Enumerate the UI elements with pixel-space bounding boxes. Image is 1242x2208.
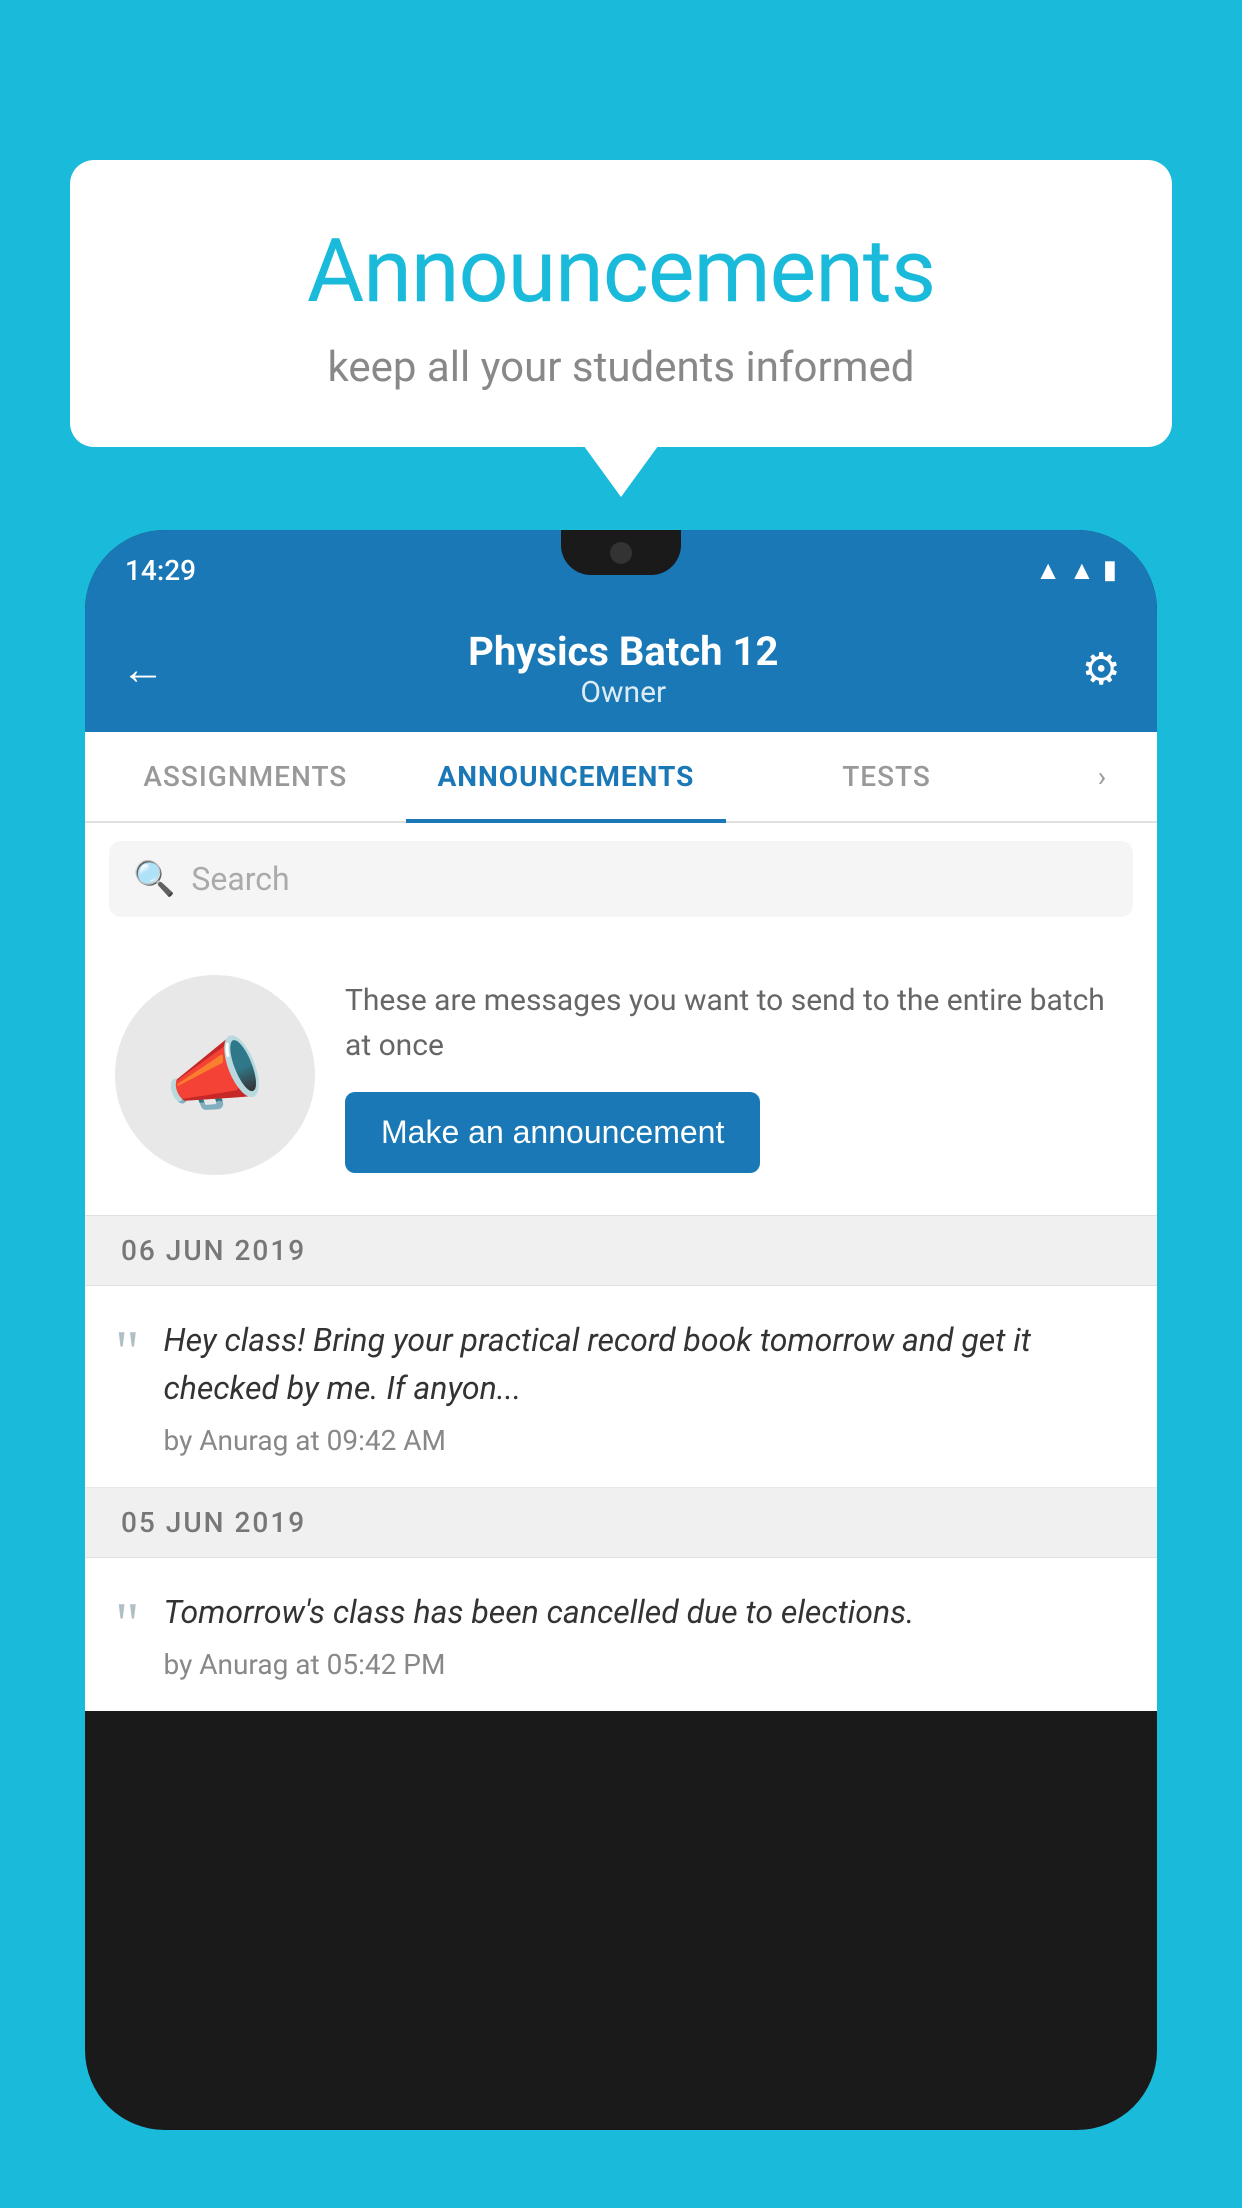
app-bar-title-group: Physics Batch 12 Owner [468,628,778,710]
search-input[interactable]: Search [191,860,289,898]
announcement-item-2: " Tomorrow's class has been cancelled du… [85,1558,1157,1711]
bubble-subtitle: keep all your students informed [120,343,1122,392]
announcement-prompt-right: These are messages you want to send to t… [345,978,1127,1173]
status-icons: ▲ ▲ ▮ [1035,555,1117,586]
date-separator-2: 05 JUN 2019 [85,1488,1157,1558]
announcement-item-1: " Hey class! Bring your practical record… [85,1286,1157,1488]
megaphone-icon: 📣 [165,1028,265,1122]
app-bar: ← Physics Batch 12 Owner ⚙ [85,610,1157,732]
announcement-meta-2: by Anurag at 05:42 PM [164,1648,1128,1681]
tabs-more-button[interactable]: › [1047,732,1157,821]
make-announcement-button[interactable]: Make an announcement [345,1092,760,1173]
battery-icon: ▮ [1103,555,1117,585]
announcement-content-2: Tomorrow's class has been cancelled due … [164,1588,1128,1681]
search-input-container[interactable]: 🔍 Search [109,841,1133,917]
tab-assignments[interactable]: ASSIGNMENTS [85,732,406,821]
phone-container: 14:29 ▲ ▲ ▮ ← Physics Batch 12 Owner ⚙ A… [85,530,1157,2208]
quote-icon-1: " [115,1322,140,1382]
back-button[interactable]: ← [121,643,165,695]
tab-announcements[interactable]: ANNOUNCEMENTS [406,732,727,821]
phone-content: 🔍 Search 📣 These are messages you want t… [85,823,1157,1711]
announcement-text-1: Hey class! Bring your practical record b… [164,1316,1128,1412]
search-bar: 🔍 Search [85,823,1157,935]
status-time: 14:29 [125,554,196,587]
gear-icon[interactable]: ⚙ [1082,643,1121,695]
signal-icon: ▲ [1069,555,1095,586]
speech-bubble-section: Announcements keep all your students inf… [70,160,1172,447]
camera-icon [610,542,632,564]
status-bar: 14:29 ▲ ▲ ▮ [85,530,1157,610]
quote-icon-2: " [115,1594,140,1654]
bubble-title: Announcements [120,220,1122,323]
tab-tests[interactable]: TESTS [726,732,1047,821]
announcement-icon-circle: 📣 [115,975,315,1175]
announcement-prompt-text: These are messages you want to send to t… [345,978,1127,1068]
phone-notch [561,530,681,575]
announcement-meta-1: by Anurag at 09:42 AM [164,1424,1128,1457]
announcement-prompt-section: 📣 These are messages you want to send to… [85,935,1157,1216]
speech-bubble: Announcements keep all your students inf… [70,160,1172,447]
app-bar-title: Physics Batch 12 [468,628,778,675]
search-icon: 🔍 [133,859,175,899]
app-bar-subtitle: Owner [468,675,778,710]
phone-device: 14:29 ▲ ▲ ▮ ← Physics Batch 12 Owner ⚙ A… [85,530,1157,2130]
announcement-text-2: Tomorrow's class has been cancelled due … [164,1588,1128,1636]
tabs-container: ASSIGNMENTS ANNOUNCEMENTS TESTS › [85,732,1157,823]
announcement-content-1: Hey class! Bring your practical record b… [164,1316,1128,1457]
date-separator-1: 06 JUN 2019 [85,1216,1157,1286]
wifi-icon: ▲ [1035,555,1061,586]
